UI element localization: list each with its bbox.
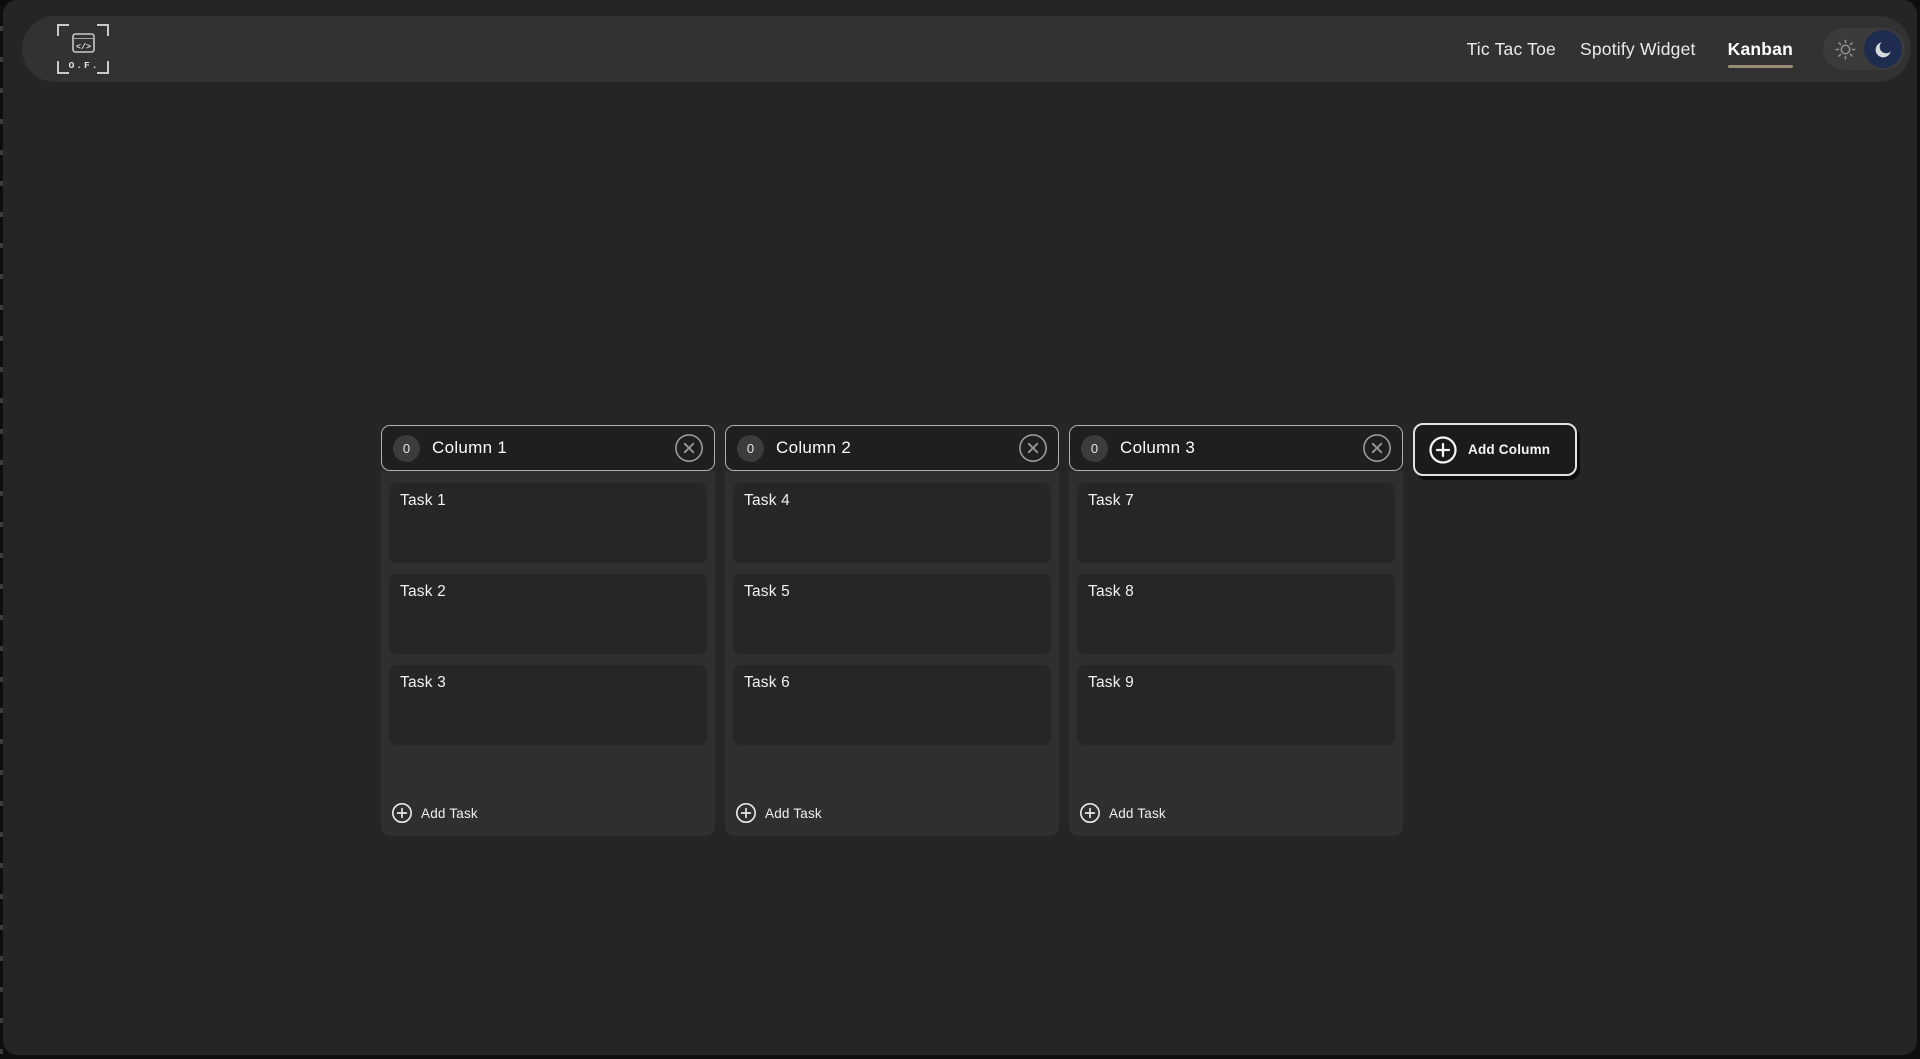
nav-links: Tic Tac Toe Spotify Widget Kanban <box>1467 39 1793 60</box>
app-root: </> O.F. Tic Tac Toe Spotify Widget Kanb… <box>0 0 1920 1059</box>
navbar: </> O.F. Tic Tac Toe Spotify Widget Kanb… <box>22 16 1911 82</box>
kanban-column-3: 0 Column 3 Task 7 Task 8 Task 9 <box>1069 425 1403 836</box>
sun-icon <box>1834 38 1857 61</box>
close-icon <box>1362 433 1392 463</box>
column-title: Column 2 <box>776 438 1006 458</box>
task-count-badge: 0 <box>393 435 420 462</box>
column-title: Column 1 <box>432 438 662 458</box>
add-column-button[interactable]: Add Column <box>1413 423 1577 476</box>
close-icon <box>674 433 704 463</box>
app-surface: </> O.F. Tic Tac Toe Spotify Widget Kanb… <box>3 0 1917 1055</box>
column-title: Column 3 <box>1120 438 1350 458</box>
column-header: 0 Column 2 <box>725 425 1059 471</box>
kanban-column-2: 0 Column 2 Task 4 Task 5 Task 6 <box>725 425 1059 836</box>
column-body: Task 1 Task 2 Task 3 Add Task <box>381 471 715 836</box>
task-card[interactable]: Task 9 <box>1077 665 1395 745</box>
task-count-badge: 0 <box>737 435 764 462</box>
kanban-column-1: 0 Column 1 Task 1 Task 2 Task 3 <box>381 425 715 836</box>
delete-column-button[interactable] <box>674 433 704 463</box>
logo[interactable]: </> O.F. <box>56 23 110 75</box>
task-card[interactable]: Task 1 <box>389 483 707 563</box>
task-card[interactable]: Task 4 <box>733 483 1051 563</box>
add-column-label: Add Column <box>1468 442 1550 457</box>
moon-icon <box>1873 39 1894 60</box>
light-mode-button[interactable] <box>1826 30 1864 68</box>
theme-toggle[interactable] <box>1823 28 1905 70</box>
delete-column-button[interactable] <box>1018 433 1048 463</box>
add-task-label: Add Task <box>1109 806 1166 821</box>
task-card[interactable]: Task 8 <box>1077 574 1395 654</box>
column-header: 0 Column 3 <box>1069 425 1403 471</box>
task-card[interactable]: Task 5 <box>733 574 1051 654</box>
add-task-button[interactable]: Add Task <box>389 800 480 826</box>
add-task-button[interactable]: Add Task <box>733 800 824 826</box>
plus-icon <box>1428 435 1458 465</box>
left-edge-ruler <box>0 0 3 1059</box>
task-card[interactable]: Task 3 <box>389 665 707 745</box>
plus-icon <box>735 802 757 824</box>
column-header: 0 Column 1 <box>381 425 715 471</box>
add-task-label: Add Task <box>765 806 822 821</box>
task-card[interactable]: Task 6 <box>733 665 1051 745</box>
add-task-button[interactable]: Add Task <box>1077 800 1168 826</box>
dark-mode-button[interactable] <box>1864 30 1902 68</box>
logo-code-glyph: </> <box>76 42 91 52</box>
plus-icon <box>1079 802 1101 824</box>
close-icon <box>1018 433 1048 463</box>
nav-link-kanban[interactable]: Kanban <box>1728 39 1793 60</box>
task-card[interactable]: Task 7 <box>1077 483 1395 563</box>
nav-link-tic-tac-toe[interactable]: Tic Tac Toe <box>1467 39 1556 60</box>
delete-column-button[interactable] <box>1362 433 1392 463</box>
task-card[interactable]: Task 2 <box>389 574 707 654</box>
logo-initials: O.F. <box>69 60 100 71</box>
add-task-label: Add Task <box>421 806 478 821</box>
kanban-board: 0 Column 1 Task 1 Task 2 Task 3 <box>381 425 1577 836</box>
column-body: Task 7 Task 8 Task 9 Add Task <box>1069 471 1403 836</box>
logo-frame-icon: </> O.F. <box>56 23 110 75</box>
task-count-badge: 0 <box>1081 435 1108 462</box>
plus-icon <box>391 802 413 824</box>
nav-link-spotify-widget[interactable]: Spotify Widget <box>1580 39 1696 60</box>
column-body: Task 4 Task 5 Task 6 Add Task <box>725 471 1059 836</box>
